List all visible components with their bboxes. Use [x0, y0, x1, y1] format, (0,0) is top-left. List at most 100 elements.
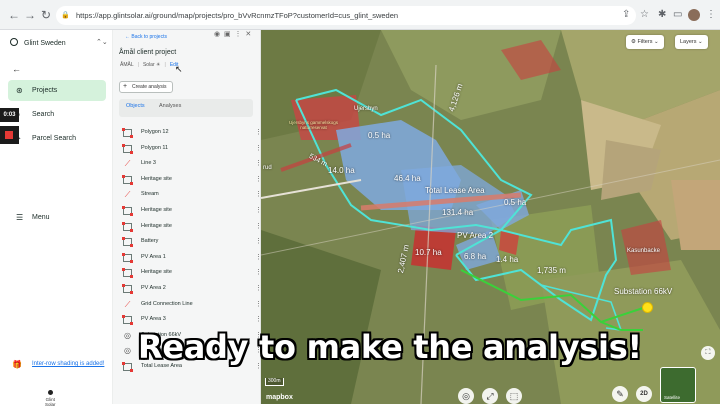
list-item-label: Polygon 12 — [141, 129, 169, 135]
mapbox-logo: mapbox — [266, 394, 293, 401]
extensions-icon[interactable]: ✱ — [658, 9, 666, 20]
panel-tabs: Objects Analyses — [119, 99, 253, 117]
address-bar[interactable]: https://app.glintsolar.ai/ground/map/pro… — [56, 6, 636, 25]
total-lease-label: Total Lease Area — [425, 186, 485, 195]
sidebar-item-label: Projects — [32, 87, 58, 94]
logo-icon — [47, 390, 53, 395]
lock-icon: 🔒 — [61, 12, 70, 19]
view-mode-toggle[interactable]: 2D — [636, 386, 652, 402]
list-item[interactable]: PV Area 3 ⋮ — [119, 312, 262, 328]
list-item-label: Polygon 11 — [141, 144, 169, 151]
bookmark-icon[interactable]: ☆ — [640, 9, 649, 20]
sun-icon: ☀ — [156, 62, 161, 68]
area-label: 0.5 ha — [504, 198, 527, 207]
line-icon: ⟋ — [124, 190, 131, 200]
stop-icon — [5, 131, 13, 139]
sidebar-item-label: Parcel Search — [32, 135, 76, 142]
place-label: rud — [263, 165, 272, 171]
list-item[interactable]: Polygon 11 ⋮ — [119, 141, 262, 157]
line-icon: ⟋ — [124, 299, 131, 309]
list-item[interactable]: Heritage site ⋮ — [119, 265, 262, 281]
list-item[interactable]: ⟋ Line 3 ⋮ — [119, 156, 262, 172]
list-item[interactable]: Battery ⋮ — [119, 234, 262, 250]
fullscreen-icon[interactable]: ⛶ — [701, 346, 715, 360]
project-meta: ÅMÅL | Solar ☀ | Edit — [120, 62, 179, 68]
list-item[interactable]: ⟋ Grid Connection Line ⋮ — [119, 297, 262, 313]
layers-button[interactable]: Layers ⌄ — [675, 35, 708, 49]
list-item[interactable]: PV Area 2 ⋮ — [119, 281, 262, 297]
recording-timer: 0:03 — [0, 108, 19, 122]
projects-icon: ⊛ — [16, 86, 23, 95]
area-label: 14.0 ha — [328, 166, 355, 175]
polygon-icon — [122, 221, 133, 232]
chevron-updown-icon: ⌃⌄ — [96, 39, 108, 46]
draw-polygon-icon[interactable]: ⬚ — [506, 388, 522, 404]
back-to-projects-link[interactable]: ← Back to projects — [121, 32, 171, 43]
list-item[interactable]: Heritage site ⋮ — [119, 203, 262, 219]
share-icon[interactable]: ⇪ — [622, 9, 630, 20]
list-item-label: Heritage site — [141, 269, 172, 276]
video-caption: Ready to make the analysis! — [138, 328, 642, 366]
sidebar-item-label: Search — [32, 111, 55, 118]
org-name: Glint Sweden — [24, 40, 66, 47]
polygon-icon — [122, 315, 133, 326]
list-item[interactable]: PV Area 1 ⋮ — [119, 250, 262, 266]
create-analysis-label: Create analysis — [132, 84, 167, 90]
mouse-cursor-icon: ↖ — [175, 64, 183, 74]
browser-toolbar: ← → ↻ https://app.glintsolar.ai/ground/m… — [0, 0, 720, 30]
more-icon[interactable]: ⋮ — [235, 31, 242, 38]
sidebar-item-projects[interactable]: ⊛ Projects — [8, 80, 106, 101]
chevron-down-icon: ⌄ — [698, 39, 703, 45]
area-label: 6.8 ha — [464, 252, 487, 261]
close-icon[interactable]: ✕ — [245, 31, 251, 38]
eye-icon[interactable]: ◉ — [214, 31, 220, 38]
place-label: Ujersbyn — [354, 106, 378, 112]
sidebar-item-parcel-search[interactable]: ⌖Parcel Search — [8, 128, 106, 149]
draw-point-icon[interactable]: ◎ — [458, 388, 474, 404]
distance-label: 1,735 m — [537, 266, 566, 275]
sidebar-item-search[interactable]: ⌕Search — [8, 104, 106, 125]
stop-recording-button[interactable] — [0, 126, 19, 144]
filters-button[interactable]: ⚙ Filters ⌄ — [626, 35, 664, 49]
tab-objects[interactable]: Objects — [126, 103, 145, 109]
menu-icon: ☰ — [16, 213, 24, 222]
ruler-icon[interactable]: ✎ — [612, 386, 628, 402]
sidebar-item-menu[interactable]: ☰ Menu — [8, 207, 106, 228]
point-icon: ◎ — [124, 346, 131, 356]
avatar[interactable] — [688, 9, 700, 21]
line-icon: ⟋ — [124, 159, 131, 169]
project-type: Solar — [142, 62, 155, 68]
globe-icon — [10, 38, 18, 46]
forward-icon[interactable]: → — [22, 7, 38, 23]
list-item[interactable]: ⟋ Stream ⋮ — [119, 187, 262, 203]
back-label: Back to projects — [131, 34, 167, 40]
list-item-label: Heritage site — [141, 206, 172, 213]
list-item-label: Stream — [141, 191, 159, 198]
list-item[interactable]: Heritage site ⋮ — [119, 172, 262, 188]
collapse-back-icon[interactable]: ← — [12, 64, 21, 74]
polygon-icon — [122, 252, 133, 263]
reserve-label: Ujersbyns gammelskogs naturreservat — [288, 120, 339, 130]
draw-line-icon[interactable]: ⤢ — [482, 388, 498, 404]
promo-text: Inter-row shading is added! — [32, 361, 105, 367]
org-switcher[interactable]: Glint Sweden ⌃⌄ — [10, 38, 108, 47]
list-item-label: Heritage site — [141, 222, 172, 229]
list-item-label: Line 3 — [141, 160, 156, 167]
create-analysis-button[interactable]: + Create analysis — [119, 81, 173, 93]
promo-link[interactable]: 🎁 Inter-row shading is added! — [12, 360, 105, 369]
list-item[interactable]: Polygon 12 ⋮ — [119, 125, 262, 141]
substation-marker[interactable] — [642, 302, 653, 313]
url-text: https://app.glintsolar.ai/ground/map/pro… — [76, 11, 399, 20]
polygon-icon — [122, 143, 133, 154]
sidebar-icon[interactable]: ▭ — [673, 9, 682, 20]
basemap-switcher[interactable]: Satellite — [660, 367, 696, 403]
layout-icon[interactable]: ▣ — [224, 31, 231, 38]
gift-icon: 🎁 — [12, 360, 22, 369]
list-item[interactable]: Heritage site ⋮ — [119, 219, 262, 235]
browser-menu-icon[interactable]: ⋮ — [706, 9, 716, 20]
brand-logo: Glint Solar — [45, 390, 56, 407]
sidebar: Glint Sweden ⌃⌄ ← ⊛ Projects ⌕Search ⌖Par… — [0, 30, 113, 407]
reload-icon[interactable]: ↻ — [38, 7, 54, 23]
tab-analyses[interactable]: Analyses — [159, 103, 181, 109]
back-icon[interactable]: ← — [6, 7, 22, 23]
